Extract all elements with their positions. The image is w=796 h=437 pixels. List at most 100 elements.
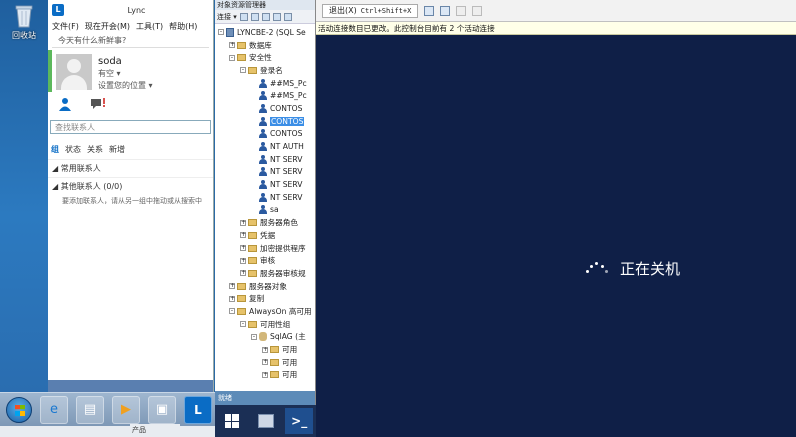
tree-node[interactable]: NT AUTH (215, 140, 315, 153)
save-icon[interactable] (440, 5, 451, 16)
server-manager-button[interactable] (249, 405, 283, 437)
tree-node[interactable]: CONTOS (215, 115, 315, 128)
collapse-icon[interactable]: - (251, 333, 257, 340)
mood-input[interactable]: 今天有什么新鲜事? (52, 34, 209, 48)
tree-node[interactable]: sa (215, 204, 315, 217)
menu-help[interactable]: 帮助(H) (169, 21, 197, 32)
expand-icon[interactable]: + (240, 245, 246, 252)
tree-node[interactable]: CONTOS (215, 102, 315, 115)
stop-icon[interactable] (261, 12, 270, 21)
tree-node[interactable]: CONTOS (215, 128, 315, 141)
expand-icon[interactable]: + (229, 283, 235, 290)
tree-node[interactable]: + 审核 (215, 254, 315, 267)
tree-node-label: 复制 (249, 294, 265, 304)
expand-icon[interactable]: + (240, 270, 246, 277)
remote-desktop-taskbar-button[interactable]: ▣ (148, 395, 176, 424)
expand-icon[interactable]: + (262, 359, 268, 366)
tree-node[interactable]: - SqlAG (主 (215, 331, 315, 344)
avatar[interactable] (56, 54, 92, 90)
expand-icon[interactable]: + (240, 219, 246, 226)
tree-node[interactable]: + 数据库 (215, 39, 315, 52)
tree-node[interactable]: NT SERV (215, 153, 315, 166)
expand-icon[interactable]: + (262, 346, 268, 353)
lync-view-icons (48, 92, 213, 116)
tree-node-label: 数据库 (249, 40, 272, 50)
contact-search-input[interactable]: 查找联系人 (50, 120, 211, 134)
ctrl-alt-del-icon[interactable] (424, 5, 435, 16)
expand-icon[interactable]: + (229, 295, 235, 302)
group-other-contacts[interactable]: ◢ 其他联系人 (0/0) (48, 177, 213, 195)
explorer-taskbar-button[interactable]: ▤ (76, 395, 104, 424)
tree-node[interactable]: + 服务器角色 (215, 216, 315, 229)
tree-node[interactable]: + 凭据 (215, 229, 315, 242)
tree-node[interactable]: + 复制 (215, 292, 315, 305)
settings-icon[interactable] (472, 5, 483, 16)
remote-console: 退出(X) Ctrl+Shift+X 活动连接数目已更改。此控制台目前有 2 个… (316, 0, 796, 437)
user-icon (259, 129, 267, 139)
conversations-icon[interactable] (90, 97, 105, 111)
tree-node[interactable]: ##MS_Pc (215, 77, 315, 90)
user-icon (259, 192, 267, 202)
group-frequent-contacts[interactable]: ◢ 常用联系人 (48, 159, 213, 177)
tree-node[interactable]: + 可用 (215, 343, 315, 356)
collapse-icon[interactable]: - (229, 54, 235, 61)
refresh-icon[interactable] (283, 12, 292, 21)
collapse-icon[interactable]: - (240, 67, 246, 74)
expand-icon[interactable]: + (240, 232, 246, 239)
media-player-icon: ▶ (121, 402, 131, 417)
shutdown-indicator: 正在关机 (586, 258, 680, 279)
folder-icon (237, 295, 246, 303)
server-start-button[interactable] (215, 405, 249, 437)
menu-meet-now[interactable]: 现在开会(M) (85, 21, 130, 32)
tree-node[interactable]: - 可用性组 (215, 318, 315, 331)
tree-node[interactable]: - 登录名 (215, 64, 315, 77)
tab-groups[interactable]: 组 (51, 144, 59, 155)
tree-node-label: CONTOS (270, 116, 305, 126)
revert-icon[interactable] (456, 5, 467, 16)
tree-node[interactable]: - AlwaysOn 高可用 (215, 305, 315, 318)
collapse-icon[interactable]: - (229, 308, 235, 315)
lync-menubar: 文件(F) 现在开会(M) 工具(T) 帮助(H) (48, 20, 213, 32)
expand-icon[interactable]: + (229, 42, 235, 49)
tree-node[interactable]: - 安全性 (215, 51, 315, 64)
server-taskbar: >_ (215, 405, 316, 437)
connect-button[interactable]: 连接 ▾ (217, 12, 237, 22)
menu-tools[interactable]: 工具(T) (136, 21, 163, 32)
tab-status[interactable]: 状态 (65, 144, 81, 155)
contacts-icon[interactable] (58, 97, 72, 111)
filter-icon[interactable] (272, 12, 281, 21)
lync-titlebar[interactable]: L Lync (48, 0, 213, 20)
disconnect-icon[interactable] (250, 12, 259, 21)
menu-file[interactable]: 文件(F) (52, 21, 79, 32)
expand-icon[interactable]: + (240, 257, 246, 264)
tree-node[interactable]: NT SERV (215, 191, 315, 204)
expand-icon[interactable]: + (262, 371, 268, 378)
start-button[interactable] (6, 396, 32, 423)
media-player-taskbar-button[interactable]: ▶ (112, 395, 140, 424)
tree-node[interactable]: NT SERV (215, 166, 315, 179)
tree-node[interactable]: + 服务器对象 (215, 280, 315, 293)
tree-node[interactable]: - LYNCBE-2 (SQL Se (215, 26, 315, 39)
ie-taskbar-button[interactable]: e (40, 395, 68, 424)
tree-node[interactable]: + 服务器审核规 (215, 267, 315, 280)
tree-node[interactable]: + 可用 (215, 369, 315, 382)
collapse-icon[interactable]: - (240, 321, 246, 328)
tree-node[interactable]: + 可用 (215, 356, 315, 369)
tree-node[interactable]: NT SERV (215, 178, 315, 191)
object-explorer: 对象资源管理器 连接 ▾ - LYNCBE-2 (SQL Se + 数据库 - 安全性 - 登… (215, 0, 316, 405)
connect-icon[interactable] (239, 12, 248, 21)
presence-status-dropdown[interactable]: 有空 ▾ (98, 68, 153, 79)
tree-node[interactable]: ##MS_Pc (215, 89, 315, 102)
tab-new[interactable]: 新增 (109, 144, 125, 155)
location-dropdown[interactable]: 设置您的位置 ▾ (98, 80, 153, 91)
logout-button[interactable]: 退出(X) Ctrl+Shift+X (322, 3, 419, 18)
tree-node[interactable]: + 加密提供程序 (215, 242, 315, 255)
tab-relationships[interactable]: 关系 (87, 144, 103, 155)
windows-logo-icon (224, 414, 239, 428)
db-icon (259, 332, 267, 342)
powershell-button[interactable]: >_ (282, 405, 316, 437)
recycle-bin[interactable]: 回收站 (6, 4, 42, 41)
collapse-icon[interactable]: - (218, 29, 224, 36)
desktop: 回收站 (0, 0, 48, 392)
lync-taskbar-button[interactable]: L (184, 395, 212, 424)
